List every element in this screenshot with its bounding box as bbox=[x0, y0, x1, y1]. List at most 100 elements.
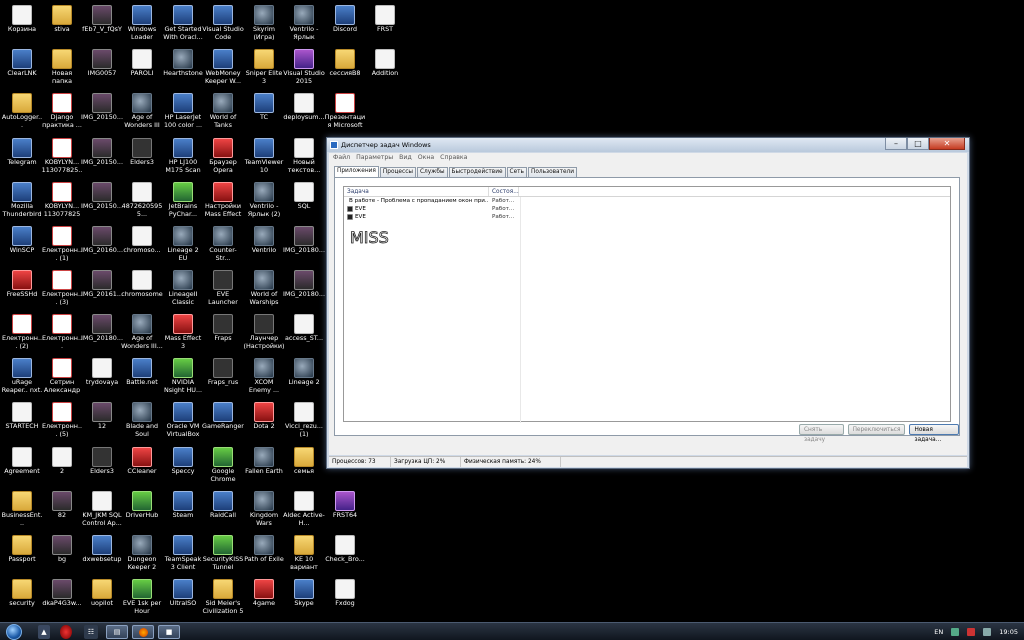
desktop-icon[interactable]: FreeSSHd bbox=[1, 269, 43, 313]
desktop-icon[interactable]: chromoso... bbox=[121, 225, 163, 269]
menu-help[interactable]: Справка bbox=[440, 153, 467, 163]
desktop-icon[interactable]: Fraps bbox=[202, 313, 244, 357]
menu-options[interactable]: Параметры bbox=[356, 153, 393, 163]
desktop-icon[interactable]: семья bbox=[283, 446, 325, 490]
desktop-icon[interactable]: Age of Wonders III... bbox=[121, 313, 163, 357]
desktop-icon[interactable]: SQL bbox=[283, 181, 325, 225]
desktop-icon[interactable]: deploysum... bbox=[283, 92, 325, 136]
desktop-icon[interactable]: TeamViewer 10 bbox=[243, 137, 285, 181]
desktop-icon[interactable]: dxwebsetup bbox=[81, 534, 123, 578]
network-icon[interactable] bbox=[951, 628, 960, 636]
desktop-icon[interactable]: HP LaserJet 100 color ... bbox=[162, 92, 204, 136]
desktop-icon[interactable]: Windows Loader bbox=[121, 4, 163, 48]
desktop-icon[interactable]: stiva bbox=[41, 4, 83, 48]
desktop-icon[interactable]: Django практика ... bbox=[41, 92, 83, 136]
task-row[interactable]: В работе - Проблема с пропаданием окон п… bbox=[344, 197, 950, 205]
desktop-icon[interactable]: NVIDIA Nsight HU... bbox=[162, 357, 204, 401]
desktop-icon[interactable]: UltraISO bbox=[162, 578, 204, 622]
desktop-icon[interactable]: HP LJ100 M175 Scan bbox=[162, 137, 204, 181]
desktop-icon[interactable]: XCOM Enemy ... bbox=[243, 357, 285, 401]
desktop-icon[interactable]: bg bbox=[41, 534, 83, 578]
desktop-icon[interactable]: KM_JKM SQL Control Ap... bbox=[81, 490, 123, 534]
desktop-icon[interactable]: Visual Studio Code bbox=[202, 4, 244, 48]
desktop-icon[interactable]: Корзина bbox=[1, 4, 43, 48]
end-task-button[interactable]: Снять задачу bbox=[799, 424, 844, 443]
desktop-icon[interactable]: IMG_20180... bbox=[283, 225, 325, 269]
desktop-icon[interactable]: Age of Wonders III bbox=[121, 92, 163, 136]
desktop-icon[interactable]: Google Chrome bbox=[202, 446, 244, 490]
desktop-icon[interactable]: Ventrilo - Ярлык bbox=[283, 4, 325, 48]
desktop-icon[interactable]: DriverHub bbox=[121, 490, 163, 534]
desktop-icon[interactable]: 12 bbox=[81, 401, 123, 445]
desktop-icon[interactable]: Dungeon Keeper 2 bbox=[121, 534, 163, 578]
desktop-icon[interactable]: Fxdog bbox=[324, 578, 366, 622]
pinned-app-icon[interactable]: ☷ bbox=[84, 625, 98, 639]
desktop-icon[interactable]: Sid Meier's Civilization 5 bbox=[202, 578, 244, 622]
desktop-icon[interactable]: TeamSpeak 3 Client bbox=[162, 534, 204, 578]
desktop-icon[interactable]: uopilot bbox=[81, 578, 123, 622]
desktop-icon[interactable]: Dota 2 bbox=[243, 401, 285, 445]
desktop-icon[interactable]: AutoLogger... bbox=[1, 92, 43, 136]
desktop-icon[interactable]: FRST64 bbox=[324, 490, 366, 534]
task-manager-titlebar[interactable]: Диспетчер задач Windows – □ ✕ bbox=[327, 138, 969, 152]
volume-icon[interactable] bbox=[983, 628, 992, 636]
desktop-icon[interactable]: Лаунчер (Настройки) bbox=[243, 313, 285, 357]
desktop-icon[interactable]: Elders3 bbox=[81, 446, 123, 490]
desktop-icon[interactable]: Браузер Opera bbox=[202, 137, 244, 181]
desktop-icon[interactable]: IMG_20150... bbox=[81, 137, 123, 181]
opera-icon[interactable] bbox=[60, 625, 72, 639]
desktop-icon[interactable]: STARTECH bbox=[1, 401, 43, 445]
desktop-icon[interactable]: Get Started With Oracl... bbox=[162, 4, 204, 48]
desktop-icon[interactable]: KOBYLYN... 113077825 bbox=[41, 181, 83, 225]
task-manager-taskbar-icon[interactable]: ▤ bbox=[106, 625, 128, 639]
tab-users[interactable]: Пользователи bbox=[527, 167, 578, 177]
desktop-icon[interactable]: Ventrilo bbox=[243, 225, 285, 269]
language-indicator[interactable]: EN bbox=[934, 628, 943, 636]
desktop-icon[interactable]: KOBYLYN... 113077825... bbox=[41, 137, 83, 181]
desktop-icon[interactable]: Vicci_rezu... (1) bbox=[283, 401, 325, 445]
task-row[interactable]: EVE Работ... bbox=[344, 213, 950, 221]
column-status[interactable]: Состоя... bbox=[489, 187, 519, 196]
desktop-icon[interactable]: IMG_20161... bbox=[81, 269, 123, 313]
menu-file[interactable]: Файл bbox=[333, 153, 350, 163]
desktop-icon[interactable]: WebMoney Keeper W... bbox=[202, 48, 244, 92]
desktop-icon[interactable]: IMG0057 bbox=[81, 48, 123, 92]
desktop-icon[interactable]: EVE Launcher bbox=[202, 269, 244, 313]
desktop-icon[interactable]: Fallen Earth bbox=[243, 446, 285, 490]
tab-applications[interactable]: Приложения bbox=[334, 166, 379, 177]
desktop-icon[interactable]: Visual Studio 2015 bbox=[283, 48, 325, 92]
desktop-icon[interactable]: BusinessEnt... bbox=[1, 490, 43, 534]
tab-network[interactable]: Сеть bbox=[506, 167, 527, 177]
close-button[interactable]: ✕ bbox=[929, 138, 965, 150]
desktop-icon[interactable]: SecurityKISS Tunnel bbox=[202, 534, 244, 578]
desktop-icon[interactable]: TC bbox=[243, 92, 285, 136]
new-task-button[interactable]: Новая задача... bbox=[909, 424, 959, 443]
desktop-icon[interactable]: KE 10 вариант bbox=[283, 534, 325, 578]
alert-icon[interactable] bbox=[967, 628, 976, 636]
desktop-icon[interactable]: IMG_20180... bbox=[81, 313, 123, 357]
desktop-icon[interactable]: Steam bbox=[162, 490, 204, 534]
maximize-button[interactable]: □ bbox=[907, 138, 929, 150]
desktop-icon[interactable]: trydovaya bbox=[81, 357, 123, 401]
desktop-icon[interactable]: Презентация Microsoft ... bbox=[324, 92, 366, 136]
desktop-icon[interactable]: Lineage 2 bbox=[283, 357, 325, 401]
desktop-icon[interactable]: Battle.net bbox=[121, 357, 163, 401]
desktop-icon[interactable]: RaidCall bbox=[202, 490, 244, 534]
desktop-icon[interactable]: 82 bbox=[41, 490, 83, 534]
desktop-icon[interactable]: Електронн... bbox=[41, 313, 83, 357]
desktop-icon[interactable]: IMG_20150... bbox=[81, 92, 123, 136]
desktop-icon[interactable]: GameRanger bbox=[202, 401, 244, 445]
column-task[interactable]: Задача bbox=[344, 187, 489, 196]
tab-processes[interactable]: Процессы bbox=[379, 167, 416, 177]
desktop-icon[interactable]: Fraps_rus bbox=[202, 357, 244, 401]
desktop-icon[interactable]: Sniper Elite 3 bbox=[243, 48, 285, 92]
desktop-icon[interactable]: Agreement bbox=[1, 446, 43, 490]
desktop-icon[interactable]: Сетрин Александр ... bbox=[41, 357, 83, 401]
desktop-icon[interactable]: 48726205955... bbox=[121, 181, 163, 225]
desktop-icon[interactable]: Speccy bbox=[162, 446, 204, 490]
desktop-icon[interactable]: Електронн... (5) bbox=[41, 401, 83, 445]
desktop-icon[interactable]: World of Tanks bbox=[202, 92, 244, 136]
desktop-icon[interactable]: Discord bbox=[324, 4, 366, 48]
clock[interactable]: 19:05 bbox=[999, 628, 1018, 636]
desktop-icon[interactable]: dkaP4G3w... bbox=[41, 578, 83, 622]
